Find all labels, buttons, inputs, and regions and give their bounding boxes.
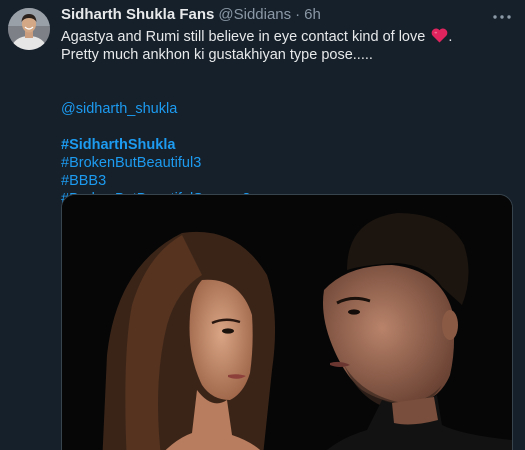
timestamp[interactable]: 6h <box>304 6 321 23</box>
hashtag-link[interactable]: #SidharthShukla <box>61 136 513 154</box>
more-dots-icon <box>493 15 511 19</box>
avatar[interactable] <box>8 8 50 50</box>
tweet-photo[interactable] <box>61 194 513 450</box>
tweet-text-period: . <box>448 29 453 45</box>
more-options-button[interactable] <box>491 6 513 28</box>
display-name[interactable]: Sidharth Shukla Fans <box>61 6 214 23</box>
separator-dot: · <box>295 6 301 23</box>
couple-photo-image <box>62 195 512 450</box>
avatar-image <box>8 8 50 50</box>
tweet-text-sentence-1: Agastya and Rumi still believe in eye co… <box>61 29 426 45</box>
user-handle[interactable]: @Siddians <box>218 6 291 23</box>
tweet-card[interactable]: Sidharth Shukla Fans @Siddians · 6h Agas… <box>0 0 525 450</box>
tweet-text: Agastya and Rumi still believe in eye co… <box>61 28 513 208</box>
hashtag-link[interactable]: #BrokenButBeautiful3 <box>61 154 513 172</box>
heart-emoji-icon <box>432 28 448 43</box>
tweet-content: Sidharth Shukla Fans @Siddians · 6h Agas… <box>61 6 513 208</box>
tweet-text-line-1: Agastya and Rumi still believe in eye co… <box>61 28 513 46</box>
mention-link[interactable]: @sidharth_shukla <box>61 100 513 118</box>
tweet-text-line-2: Pretty much ankhon ki gustakhiyan type p… <box>61 47 373 63</box>
tweet-header: Sidharth Shukla Fans @Siddians · 6h <box>61 6 513 28</box>
hashtag-link[interactable]: #BBB3 <box>61 172 513 190</box>
